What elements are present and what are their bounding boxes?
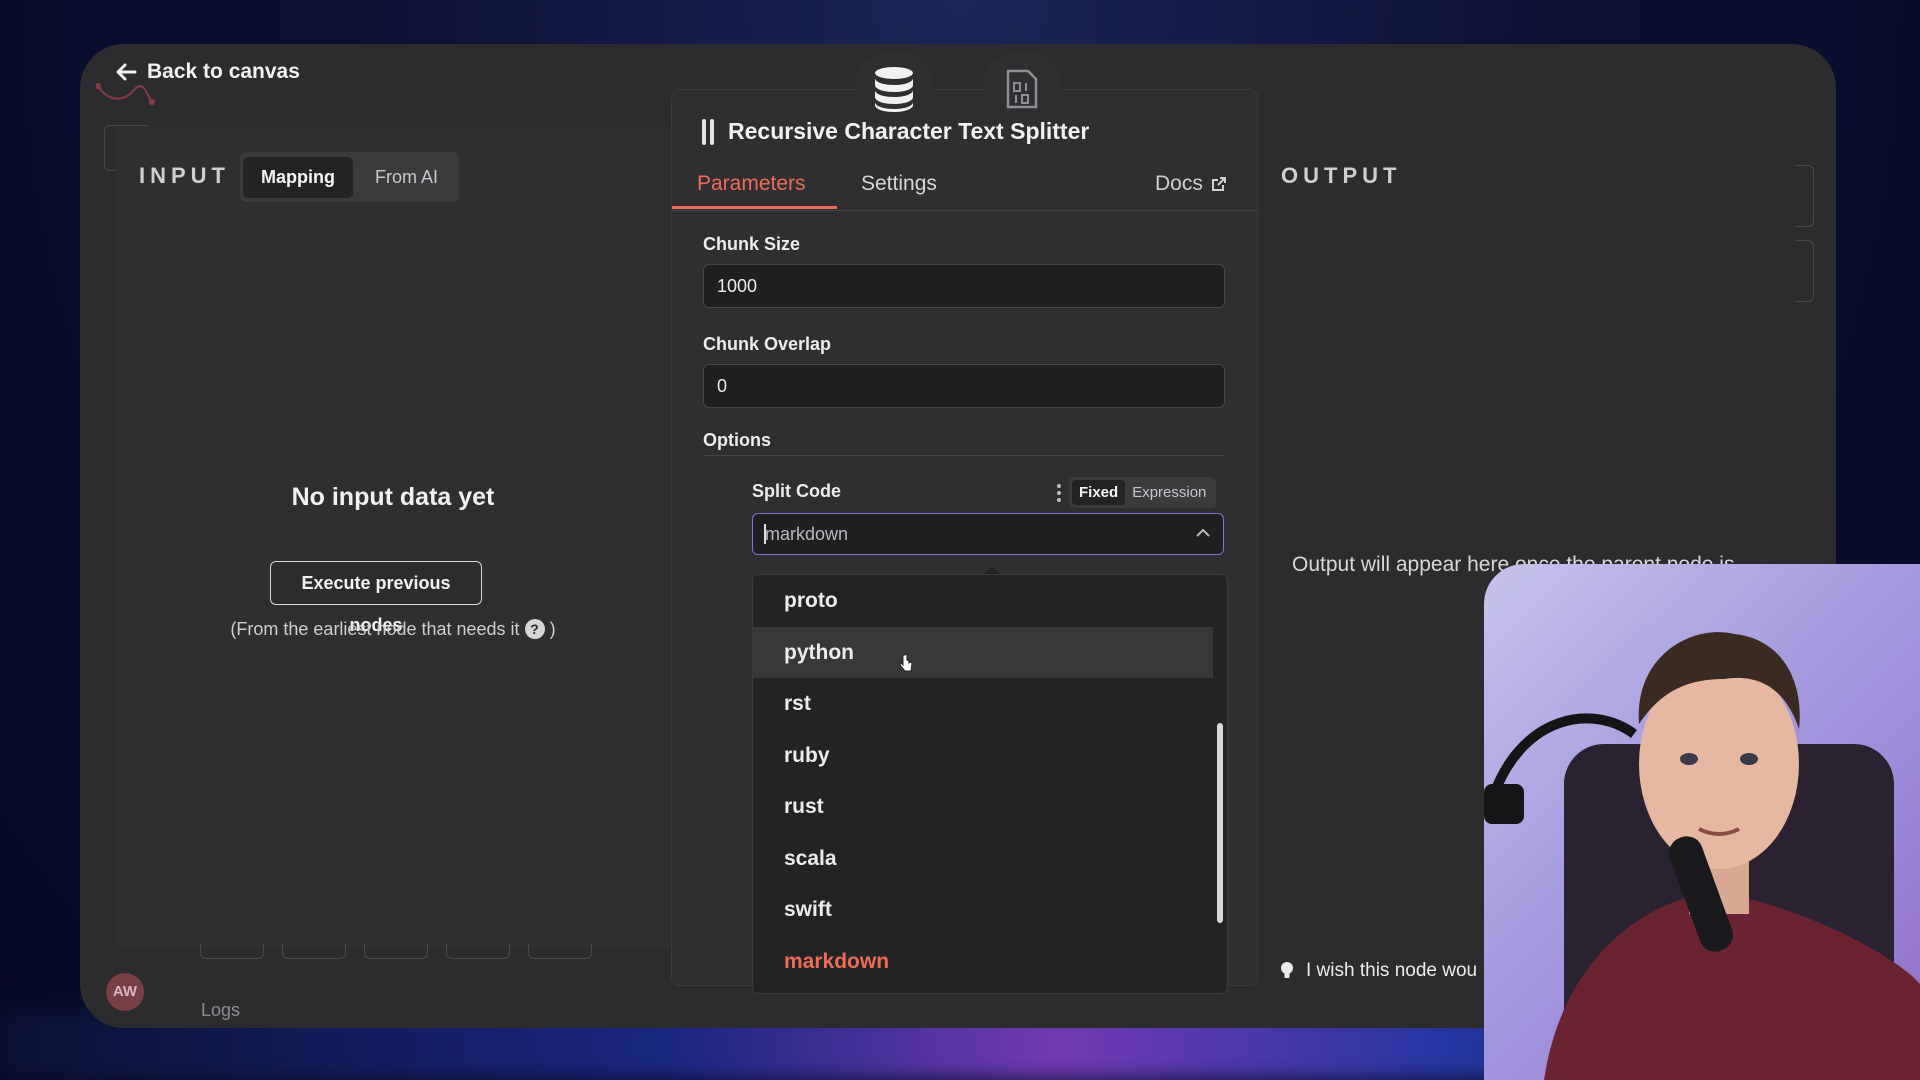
more-options-icon[interactable] <box>1057 483 1061 502</box>
chunk-size-input[interactable]: 1000 <box>703 264 1225 308</box>
execute-hint-text: (From the earliest node that needs it <box>230 619 520 639</box>
presenter-video <box>1484 632 1920 1080</box>
active-tab-indicator <box>672 206 837 209</box>
split-code-toolbar: Fixed Expression <box>1057 477 1217 508</box>
canvas-node-stubs <box>200 944 592 959</box>
dropdown-option-selected[interactable]: markdown <box>753 936 1213 988</box>
node-output-icon[interactable] <box>983 50 1061 128</box>
logs-toggle[interactable]: Logs <box>201 1000 240 1021</box>
chunk-overlap-input[interactable]: 0 <box>703 364 1225 408</box>
avatar[interactable]: AW <box>106 973 144 1011</box>
dropdown-scrollbar-thumb[interactable] <box>1217 723 1223 923</box>
tab-parameters[interactable]: Parameters <box>697 172 806 196</box>
tab-settings[interactable]: Settings <box>861 172 937 196</box>
feedback-prompt-text: I wish this node wou <box>1306 960 1478 981</box>
hand-cursor-icon <box>899 653 913 672</box>
docs-label: Docs <box>1155 172 1203 195</box>
execute-previous-nodes-button[interactable]: Execute previous nodes <box>270 561 482 635</box>
dropdown-pointer <box>984 566 1000 574</box>
input-panel-label: INPUT <box>139 163 230 188</box>
database-icon <box>875 67 913 112</box>
drag-handle-icon[interactable] <box>702 118 714 145</box>
tab-mapping[interactable]: Mapping <box>243 156 353 198</box>
dropdown-option[interactable]: python <box>753 626 1213 678</box>
docs-link[interactable]: Docs <box>1155 172 1227 196</box>
tab-from-ai[interactable]: From AI <box>357 157 456 198</box>
chunk-overlap-label: Chunk Overlap <box>703 334 832 354</box>
output-side-tab[interactable] <box>1795 240 1814 302</box>
dropdown-option[interactable]: rust <box>753 781 1213 833</box>
dropdown-option[interactable]: rst <box>753 678 1213 730</box>
node-stub <box>200 944 264 959</box>
node-stub <box>446 944 510 959</box>
node-title[interactable]: Recursive Character Text Splitter <box>728 118 1089 145</box>
output-side-tab[interactable] <box>1795 165 1814 227</box>
chevron-up-icon[interactable] <box>1195 527 1211 539</box>
dropdown-option[interactable]: proto <box>753 575 1213 627</box>
mode-expression-button[interactable]: Expression <box>1125 480 1213 505</box>
canvas-connector-decoration <box>96 83 155 105</box>
node-stub <box>364 944 428 959</box>
dropdown-option[interactable]: swift <box>753 884 1213 936</box>
lightbulb-icon <box>1281 962 1293 978</box>
node-title-row: Recursive Character Text Splitter <box>702 118 1089 145</box>
input-panel <box>115 127 671 949</box>
node-stub <box>528 944 592 959</box>
chunk-size-label: Chunk Size <box>703 234 801 254</box>
options-divider <box>703 455 1225 456</box>
fixed-expression-toggle: Fixed Expression <box>1069 477 1217 508</box>
split-code-value: markdown <box>765 524 849 544</box>
split-code-dropdown: proto python rst ruby rust scala swift m… <box>752 574 1228 994</box>
dropdown-option[interactable]: scala <box>753 833 1213 885</box>
back-to-canvas-label: Back to canvas <box>147 60 300 83</box>
execute-hint: (From the earliest node that needs it ? … <box>115 619 671 640</box>
split-code-label: Split Code <box>752 481 841 501</box>
back-to-canvas-link[interactable]: Back to canvas <box>115 60 300 84</box>
execute-hint-close: ) <box>549 619 556 639</box>
options-label: Options <box>703 430 771 450</box>
output-panel-label: OUTPUT <box>1281 163 1402 188</box>
node-stub <box>282 944 346 959</box>
text-caret <box>764 524 766 544</box>
binary-file-icon <box>1006 69 1038 109</box>
split-code-select[interactable]: markdown <box>752 513 1224 555</box>
feedback-prompt[interactable]: I wish this node wou <box>1280 960 1477 982</box>
help-icon[interactable]: ? <box>524 619 545 639</box>
arrow-left-icon <box>116 63 137 81</box>
webcam-overlay <box>1484 564 1920 1080</box>
input-mode-toggle: Mapping From AI <box>240 152 460 202</box>
mode-fixed-button[interactable]: Fixed <box>1072 480 1126 505</box>
external-link-icon <box>1211 177 1226 191</box>
no-input-title: No input data yet <box>291 483 495 511</box>
node-input-icon[interactable] <box>855 50 933 128</box>
dropdown-option[interactable]: ruby <box>753 730 1213 782</box>
